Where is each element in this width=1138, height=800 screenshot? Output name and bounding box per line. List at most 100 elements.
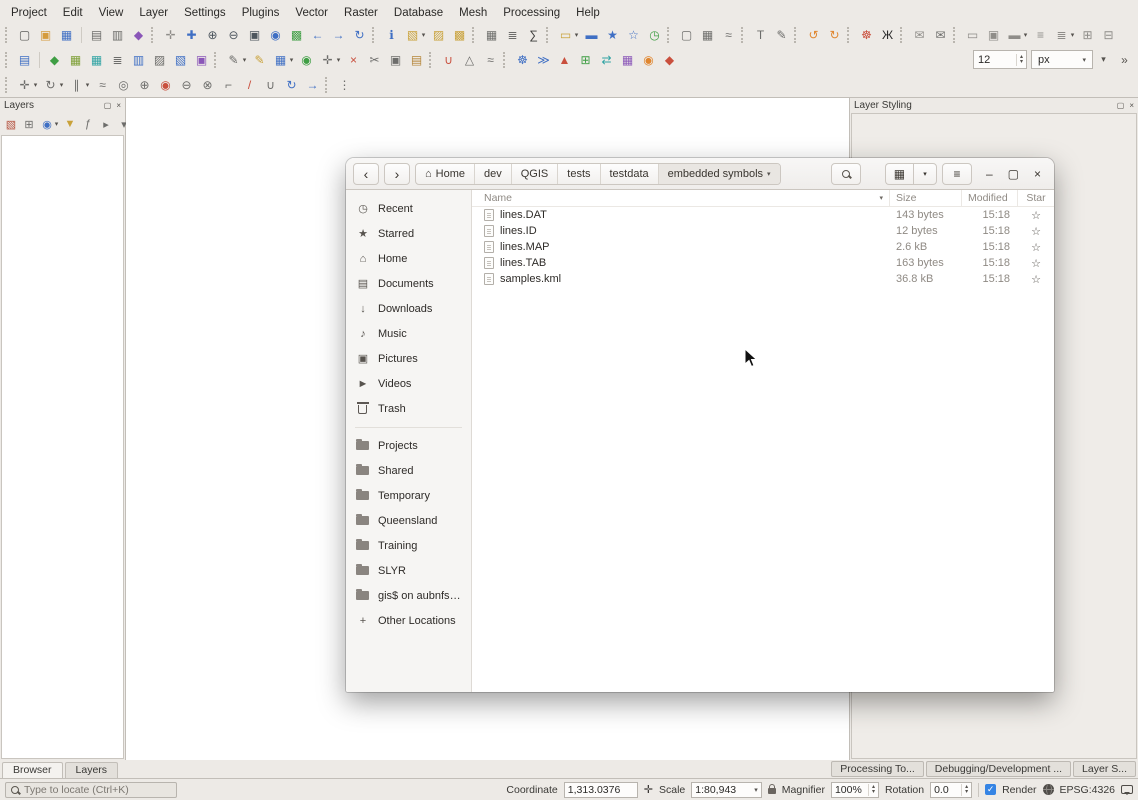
zoom-to-selection-icon[interactable]: ◉	[265, 24, 286, 45]
add-wms-layer-icon[interactable]: ▧	[170, 49, 191, 70]
spin-down-icon[interactable]: ▾	[965, 790, 968, 795]
magnifier-input[interactable]	[832, 784, 868, 796]
field-calculator-icon[interactable]: ≣	[502, 24, 523, 45]
file-row[interactable]: lines.MAP 2.6 kB 15:18 ☆	[472, 239, 1054, 255]
redo-icon[interactable]: ↻	[824, 24, 845, 45]
locate-input[interactable]: Type to locate (Ctrl+K)	[5, 782, 177, 798]
column-size[interactable]: Size	[890, 190, 962, 206]
sidebar-item-slyr[interactable]: SLYR	[346, 558, 471, 583]
show-bookmarks-icon[interactable]: ☆	[623, 24, 644, 45]
sidebar-item-projects[interactable]: Projects	[346, 433, 471, 458]
menu-view[interactable]: View	[92, 6, 131, 20]
float-panel-icon[interactable]: ▢	[1117, 101, 1125, 110]
zoom-out-icon[interactable]: ⊖	[223, 24, 244, 45]
layout-add-map-icon[interactable]: ▭	[962, 24, 983, 45]
add-ring-icon[interactable]: ◎	[113, 74, 134, 95]
filter-expression-icon[interactable]: ƒ	[79, 115, 97, 133]
render-checkbox[interactable]: ✓	[985, 784, 996, 795]
menu-raster[interactable]: Raster	[337, 6, 385, 20]
file-row[interactable]: lines.TAB 163 bytes 15:18 ☆	[472, 255, 1054, 271]
file-row[interactable]: lines.DAT 143 bytes 15:18 ☆	[472, 207, 1054, 223]
plugin-manager-icon[interactable]: ▦	[617, 49, 638, 70]
chevron-down-icon[interactable]: ▾	[419, 24, 428, 45]
symbol-size-input[interactable]	[974, 54, 1016, 66]
add-spatialite-layer-icon[interactable]: ▨	[149, 49, 170, 70]
open-attribute-table-icon[interactable]: ▦	[481, 24, 502, 45]
converter-tool-icon[interactable]: ◆	[659, 49, 680, 70]
align-items-icon[interactable]: ≡	[1030, 24, 1051, 45]
sidebar-item-shared[interactable]: Shared	[346, 458, 471, 483]
new-3d-map-view-icon[interactable]: ▦	[697, 24, 718, 45]
menu-help[interactable]: Help	[569, 6, 607, 20]
copy-features-icon[interactable]: ▣	[385, 49, 406, 70]
sidebar-item-recent[interactable]: ◷ Recent	[346, 196, 471, 221]
sync-tool-icon[interactable]: ⇄	[596, 49, 617, 70]
expand-all-icon[interactable]: ▸	[97, 115, 115, 133]
spin-down-icon[interactable]: ▾	[872, 790, 875, 795]
add-feature-icon[interactable]: ◉	[296, 49, 317, 70]
chevron-down-icon[interactable]: ▾	[31, 74, 40, 95]
lock-items-icon[interactable]: ⊟	[1098, 24, 1119, 45]
chevron-down-icon[interactable]: ▾	[83, 74, 92, 95]
new-map-view-icon[interactable]: ▢	[676, 24, 697, 45]
elevation-profile-icon[interactable]: ≈	[718, 24, 739, 45]
menu-button[interactable]: ≡	[942, 163, 972, 185]
star-button[interactable]: ☆	[1018, 225, 1054, 238]
split-features-icon[interactable]: /	[239, 74, 260, 95]
forward-button[interactable]: ›	[384, 163, 410, 185]
add-virtual-layer-icon[interactable]: ▣	[191, 49, 212, 70]
file-row[interactable]: lines.ID 12 bytes 15:18 ☆	[472, 223, 1054, 239]
tab-layer-styling[interactable]: Layer S...	[1073, 761, 1136, 777]
sidebar-item-music[interactable]: ♪ Music	[346, 321, 471, 346]
add-delimited-text-icon[interactable]: ≣	[107, 49, 128, 70]
close-panel-icon[interactable]: ×	[116, 101, 121, 110]
breadcrumb-tests[interactable]: tests	[558, 164, 600, 184]
layout-manager-icon[interactable]: ▥	[107, 24, 128, 45]
rotate-point-symbols-icon[interactable]: ↻	[281, 74, 302, 95]
column-modified[interactable]: Modified	[962, 190, 1018, 206]
star-button[interactable]: ☆	[1018, 257, 1054, 270]
toggle-editing-icon[interactable]: ✎	[249, 49, 270, 70]
merge-features-icon[interactable]: ∪	[260, 74, 281, 95]
delete-ring-icon[interactable]: ⊖	[176, 74, 197, 95]
float-panel-icon[interactable]: ▢	[104, 101, 112, 110]
python-console-icon[interactable]: ≫	[533, 49, 554, 70]
chevron-down-icon[interactable]: ▾	[1021, 24, 1030, 45]
debugging-tools-icon[interactable]: Ж	[877, 24, 898, 45]
menu-layer[interactable]: Layer	[132, 6, 175, 20]
tab-debugging-development[interactable]: Debugging/Development ...	[926, 761, 1071, 777]
select-by-expression-icon[interactable]: ▨	[428, 24, 449, 45]
slyr-tools-icon[interactable]: ▲	[554, 49, 575, 70]
menu-mesh[interactable]: Mesh	[452, 6, 494, 20]
chevron-down-icon[interactable]: ▾	[57, 74, 66, 95]
menu-edit[interactable]: Edit	[56, 6, 90, 20]
cut-features-icon[interactable]: ✂	[364, 49, 385, 70]
breadcrumb-testdata[interactable]: testdata	[601, 164, 659, 184]
pan-to-selection-icon[interactable]: ✚	[181, 24, 202, 45]
sidebar-item-training[interactable]: Training	[346, 533, 471, 558]
menu-settings[interactable]: Settings	[177, 6, 233, 20]
crs-label[interactable]: EPSG:4326	[1060, 784, 1115, 796]
minimize-button[interactable]: –	[986, 167, 993, 181]
group-items-icon[interactable]: ⊞	[1077, 24, 1098, 45]
close-button[interactable]: ×	[1034, 167, 1041, 181]
sidebar-item-pictures[interactable]: ▣ Pictures	[346, 346, 471, 371]
form-annotation-icon[interactable]: ✎	[771, 24, 792, 45]
sidebar-item-temporary[interactable]: Temporary	[346, 483, 471, 508]
tab-processing-toolbox[interactable]: Processing To...	[831, 761, 924, 777]
spinner-arrows[interactable]: ▴▾	[1016, 54, 1026, 66]
file-row[interactable]: samples.kml 36.8 kB 15:18 ☆	[472, 271, 1054, 287]
sidebar-item-documents[interactable]: ▤ Documents	[346, 271, 471, 296]
filter-legend-icon[interactable]: ▼	[61, 115, 79, 133]
sidebar-item-videos[interactable]: ► Videos	[346, 371, 471, 396]
zoom-last-icon[interactable]: ←	[307, 24, 328, 45]
statistical-summary-icon[interactable]: ∑	[523, 24, 544, 45]
processing-toolbox-icon[interactable]: ☸	[512, 49, 533, 70]
breadcrumb-dev[interactable]: dev	[475, 164, 512, 184]
chevron-down-icon[interactable]: ▾	[52, 114, 61, 135]
scale-input[interactable]	[695, 784, 751, 796]
fill-ring-icon[interactable]: ◉	[155, 74, 176, 95]
menu-database[interactable]: Database	[387, 6, 450, 20]
lock-scale-icon[interactable]	[768, 788, 776, 794]
sidebar-item-downloads[interactable]: ↓ Downloads	[346, 296, 471, 321]
